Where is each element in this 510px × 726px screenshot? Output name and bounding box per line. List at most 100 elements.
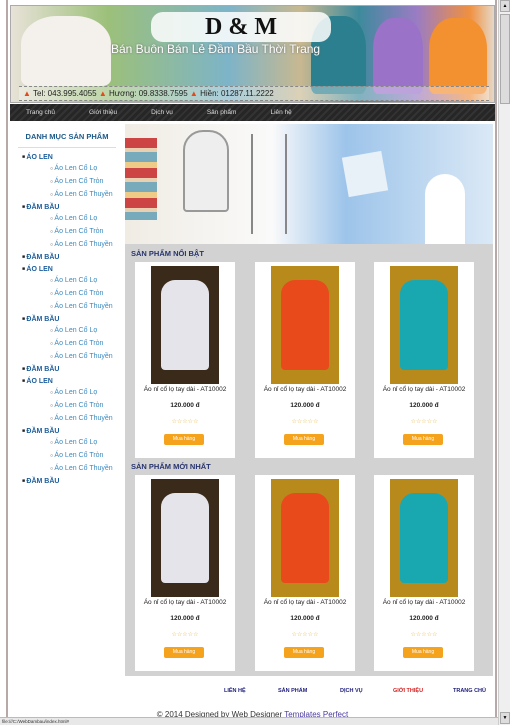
page: D & M Bán Buôn Bán Lẻ Đầm Bầu Thời Trang… [6, 0, 497, 719]
rating-stars-icon[interactable]: ☆☆☆☆☆ [255, 418, 355, 425]
subcategory-item[interactable]: Áo Len Cổ Lọ [50, 439, 124, 446]
subcategory-item[interactable]: Áo Len Cổ Lọ [50, 215, 124, 222]
subcategory-item[interactable]: Áo Len Cổ Lọ [50, 327, 124, 334]
rating-stars-icon[interactable]: ☆☆☆☆☆ [135, 418, 235, 425]
category-label[interactable]: ĐẦM BẦU [26, 478, 59, 485]
product-image[interactable] [151, 266, 219, 384]
category-label[interactable]: ĐẦM BẦU [26, 204, 59, 211]
garment-shape [161, 280, 209, 370]
category-item[interactable]: ĐẦM BẦU [22, 366, 124, 373]
header-banner: D & M Bán Buôn Bán Lẻ Đầm Bầu Thời Trang… [10, 5, 495, 103]
category-item[interactable]: ÁO LEN Áo Len Cổ Lọ Áo Len Cổ Tròn Áo Len C… [22, 378, 124, 422]
nav-services[interactable]: Dịch vụ [151, 104, 173, 121]
product-image[interactable] [390, 266, 458, 384]
buy-button[interactable]: Mua hàng [164, 434, 204, 445]
nav-contact[interactable]: Liên hệ [270, 104, 291, 121]
product-card: Áo nỉ cổ lọ tay dài - AT10002 120.000 đ … [374, 262, 474, 458]
subcategory-item[interactable]: Áo Len Cổ Thuyền [50, 415, 124, 422]
nav-about[interactable]: Giới thiệu [89, 104, 117, 121]
product-card: Áo nỉ cổ lọ tay dài - AT10002 120.000 đ … [374, 475, 474, 671]
product-card: Áo nỉ cổ lọ tay dài - AT10002 120.000 đ … [255, 475, 355, 671]
footer-link-services[interactable]: DỊCH VỤ [340, 688, 363, 694]
bullet-icon: ▲ [23, 89, 31, 98]
subcategory-item[interactable]: Áo Len Cổ Tròn [50, 340, 124, 347]
subcategory-item[interactable]: Áo Len Cổ Lọ [50, 389, 124, 396]
subcategory-item[interactable]: Áo Len Cổ Tròn [50, 290, 124, 297]
product-name[interactable]: Áo nỉ cổ lọ tay dài - AT10002 [135, 386, 235, 393]
scrollbar-thumb[interactable] [500, 14, 510, 104]
site-logo[interactable]: D & M [151, 12, 331, 42]
product-image[interactable] [271, 479, 339, 597]
nav-home[interactable]: Trang chủ [26, 104, 55, 121]
product-name[interactable]: Áo nỉ cổ lọ tay dài - AT10002 [255, 599, 355, 606]
rating-stars-icon[interactable]: ☆☆☆☆☆ [374, 631, 474, 638]
product-name[interactable]: Áo nỉ cổ lọ tay dài - AT10002 [135, 599, 235, 606]
product-image[interactable] [151, 479, 219, 597]
product-card: Áo nỉ cổ lọ tay dài - AT10002 120.000 đ … [135, 262, 235, 458]
category-label[interactable]: ÁO LEN [26, 378, 52, 385]
scroll-down-arrow-icon[interactable]: ▼ [500, 712, 510, 724]
category-label[interactable]: ÁO LEN [26, 154, 52, 161]
footer-link-products[interactable]: SẢN PHẨM [278, 688, 307, 694]
category-item[interactable]: ĐẦM BẦU Áo Len Cổ Lọ Áo Len Cổ Tròn Áo Len … [22, 316, 124, 360]
sidebar: DANH MỤC SẢN PHẨM ÁO LENÁo Len Cổ LọÁo L… [10, 124, 124, 676]
subcategory-item[interactable]: Áo Len Cổ Thuyền [50, 353, 124, 360]
product-image[interactable] [390, 479, 458, 597]
subcategory-item[interactable]: Áo Len Cổ Thuyền [50, 303, 124, 310]
bullet-icon: ▲ [98, 89, 107, 98]
category-label[interactable]: ĐẦM BẦU [26, 428, 59, 435]
garment-shape [400, 493, 448, 583]
subcategory-item[interactable]: Áo Len Cổ Thuyền [50, 465, 124, 472]
product-image[interactable] [271, 266, 339, 384]
category-label[interactable]: ĐẦM BẦU [26, 254, 59, 261]
product-name[interactable]: Áo nỉ cổ lọ tay dài - AT10002 [374, 599, 474, 606]
category-item[interactable]: ÁO LEN Áo Len Cổ Lọ Áo Len Cổ Tròn Áo Len C… [22, 154, 124, 198]
buy-button[interactable]: Mua hàng [284, 647, 324, 658]
promo-banner [125, 124, 493, 244]
buy-button[interactable]: Mua hàng [284, 434, 324, 445]
contact-bar: ▲ Tel: 043.995.4055 ▲ Hương: 09.8338.759… [19, 86, 489, 101]
subcategory-list: Áo Len Cổ Lọ Áo Len Cổ Tròn Áo Len Cổ Thuy… [22, 439, 124, 472]
footer-link-about[interactable]: GIỚI THIỆU [393, 688, 423, 694]
subcategory-item[interactable]: Áo Len Cổ Lọ [50, 277, 124, 284]
subcategory-item[interactable]: Áo Len Cổ Tròn [50, 178, 124, 185]
contact-hien: Hiền: 01287.11.2222 [200, 89, 274, 98]
product-price: 120.000 đ [170, 615, 200, 622]
subcategory-item[interactable]: Áo Len Cổ Lọ [50, 165, 124, 172]
banner-dryer-image [183, 130, 229, 212]
main-content: SẢN PHẨM NỔI BẬT Áo nỉ cổ lọ tay dài - A… [125, 124, 493, 676]
category-item[interactable]: ĐẦM BẦU Áo Len Cổ Lọ Áo Len Cổ Tròn Áo Len … [22, 204, 124, 248]
buy-button[interactable]: Mua hàng [403, 647, 443, 658]
category-label[interactable]: ĐẦM BẦU [26, 366, 59, 373]
subcategory-item[interactable]: Áo Len Cổ Thuyền [50, 241, 124, 248]
scroll-up-arrow-icon[interactable]: ▲ [500, 0, 510, 12]
subcategory-item[interactable]: Áo Len Cổ Tròn [50, 228, 124, 235]
buy-button[interactable]: Mua hàng [403, 434, 443, 445]
section-title: SẢN PHẨM MỚI NHẤT [131, 462, 211, 471]
category-item[interactable]: ĐẦM BẦU [22, 478, 124, 485]
subcategory-item[interactable]: Áo Len Cổ Tròn [50, 402, 124, 409]
banner-photo-model-orange [429, 18, 487, 94]
banner-rack-image [251, 134, 287, 234]
subcategory-item[interactable]: Áo Len Cổ Tròn [50, 452, 124, 459]
subcategory-item[interactable]: Áo Len Cổ Thuyền [50, 191, 124, 198]
nav-products[interactable]: Sản phẩm [207, 104, 237, 121]
footer-link-home[interactable]: TRANG CHỦ [453, 688, 486, 694]
category-item[interactable]: ĐẦM BẦU [22, 254, 124, 261]
product-name[interactable]: Áo nỉ cổ lọ tay dài - AT10002 [374, 386, 474, 393]
rating-stars-icon[interactable]: ☆☆☆☆☆ [255, 631, 355, 638]
footer: LIÊN HỆ SẢN PHẨM DỊCH VỤ GIỚI THIỆU TRAN… [10, 681, 495, 719]
rating-stars-icon[interactable]: ☆☆☆☆☆ [135, 631, 235, 638]
category-item[interactable]: ÁO LEN Áo Len Cổ Lọ Áo Len Cổ Tròn Áo Len C… [22, 266, 124, 310]
product-name[interactable]: Áo nỉ cổ lọ tay dài - AT10002 [255, 386, 355, 393]
product-price: 120.000 đ [409, 402, 439, 409]
garment-shape [281, 493, 329, 583]
vertical-scrollbar[interactable]: ▲ ▼ [498, 0, 510, 725]
category-label[interactable]: ĐẦM BẦU [26, 316, 59, 323]
footer-link-contact[interactable]: LIÊN HỆ [224, 688, 246, 694]
category-item[interactable]: ĐẦM BẦUÁo Len Cổ LọÁo Len Cổ TrònÁo Len … [22, 428, 124, 472]
buy-button[interactable]: Mua hàng [164, 647, 204, 658]
rating-stars-icon[interactable]: ☆☆☆☆☆ [374, 418, 474, 425]
garment-shape [161, 493, 209, 583]
category-label[interactable]: ÁO LEN [26, 266, 52, 273]
